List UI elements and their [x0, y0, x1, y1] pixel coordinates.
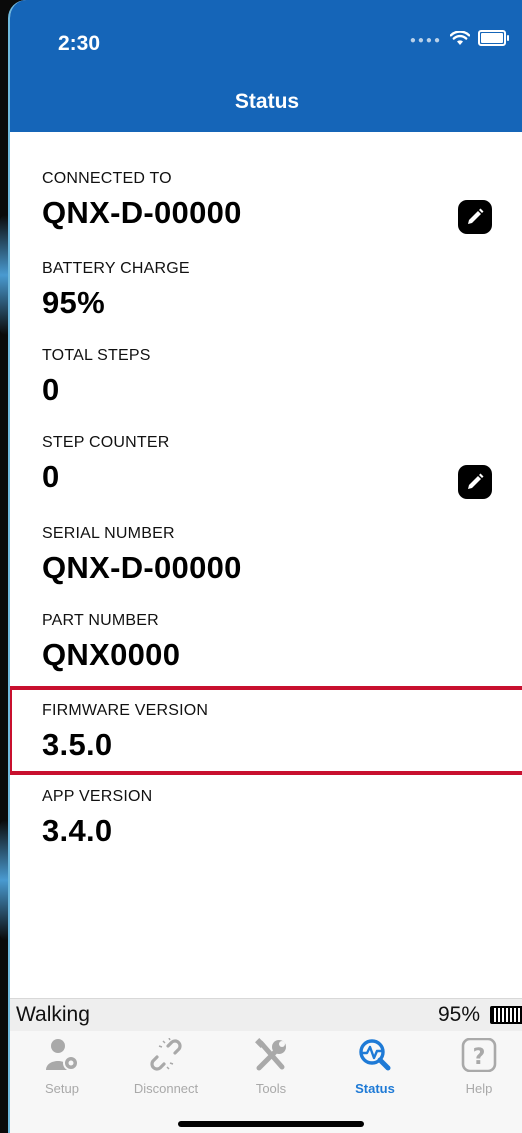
tab-disconnect[interactable]: Disconnect [118, 1037, 214, 1096]
field-label: PART NUMBER [42, 612, 159, 629]
edit-connection-button[interactable] [458, 200, 492, 234]
status-bar-icons: ●●●● [409, 30, 509, 46]
field-label: TOTAL STEPS [42, 347, 151, 364]
field-battery-charge: BATTERY CHARGE 95% [42, 260, 522, 321]
field-value: 95% [42, 285, 105, 320]
broken-link-icon [150, 1038, 182, 1071]
device-battery-percent: 95% [437, 1003, 480, 1026]
device-battery: 95% [438, 1003, 522, 1027]
field-total-steps: TOTAL STEPS 0 [42, 347, 522, 408]
field-label: STEP COUNTER [42, 434, 170, 451]
tools-icon [255, 1038, 286, 1071]
field-label: APP VERSION [42, 788, 153, 805]
activity-mode: Walking [16, 1003, 90, 1026]
status-search-icon [359, 1039, 391, 1071]
field-value: QNX-D-00000 [42, 550, 242, 585]
edit-step-counter-button[interactable] [458, 465, 492, 499]
firmware-highlight-box [10, 686, 522, 775]
user-gear-icon [46, 1039, 79, 1071]
tab-label: Setup [45, 1081, 79, 1096]
field-step-counter: STEP COUNTER 0 [42, 434, 522, 495]
field-app-version: APP VERSION 3.4.0 [42, 788, 522, 849]
field-label: SERIAL NUMBER [42, 525, 175, 542]
signal-dots-icon: ●●●● [409, 34, 442, 46]
field-value: 3.4.0 [42, 813, 113, 848]
tab-tools[interactable]: Tools [223, 1037, 319, 1096]
field-value: QNX0000 [42, 637, 181, 672]
help-icon: ? [461, 1038, 497, 1072]
field-serial-number: SERIAL NUMBER QNX-D-00000 [42, 525, 522, 586]
tab-setup[interactable]: Setup [14, 1037, 110, 1096]
field-part-number: PART NUMBER QNX0000 [42, 612, 522, 673]
tab-status[interactable]: Status [327, 1037, 423, 1096]
activity-status-bar: Walking 95% [10, 998, 522, 1031]
tab-label: Tools [255, 1081, 287, 1096]
wifi-icon [450, 30, 470, 45]
device-battery-icon [490, 1006, 522, 1024]
pencil-icon [468, 208, 484, 224]
tab-label: Status [355, 1081, 395, 1096]
nav-header: 2:30 ●●●● Status [10, 0, 522, 132]
battery-icon [478, 30, 509, 46]
status-bar-time: 2:30 [58, 32, 101, 55]
tab-label: Disconnect [133, 1081, 199, 1096]
tab-bar: Setup Disconnect Tools Status ? Help [10, 1031, 522, 1133]
field-connected-to: CONNECTED TO QNX-D-00000 [42, 170, 522, 231]
field-value: 0 [42, 372, 60, 407]
home-indicator[interactable] [178, 1121, 364, 1127]
svg-text:?: ? [473, 1045, 486, 1070]
tab-label: Help [465, 1081, 493, 1096]
field-value: QNX-D-00000 [42, 195, 242, 230]
field-value: 0 [42, 459, 60, 494]
field-label: CONNECTED TO [42, 170, 172, 187]
pencil-icon [468, 473, 484, 489]
page-title: Status [234, 90, 300, 113]
tab-help[interactable]: ? Help [431, 1037, 522, 1096]
field-label: BATTERY CHARGE [42, 260, 190, 277]
phone-screen: 2:30 ●●●● Status CONNECTED TO QNX-D-0000… [8, 0, 522, 1133]
